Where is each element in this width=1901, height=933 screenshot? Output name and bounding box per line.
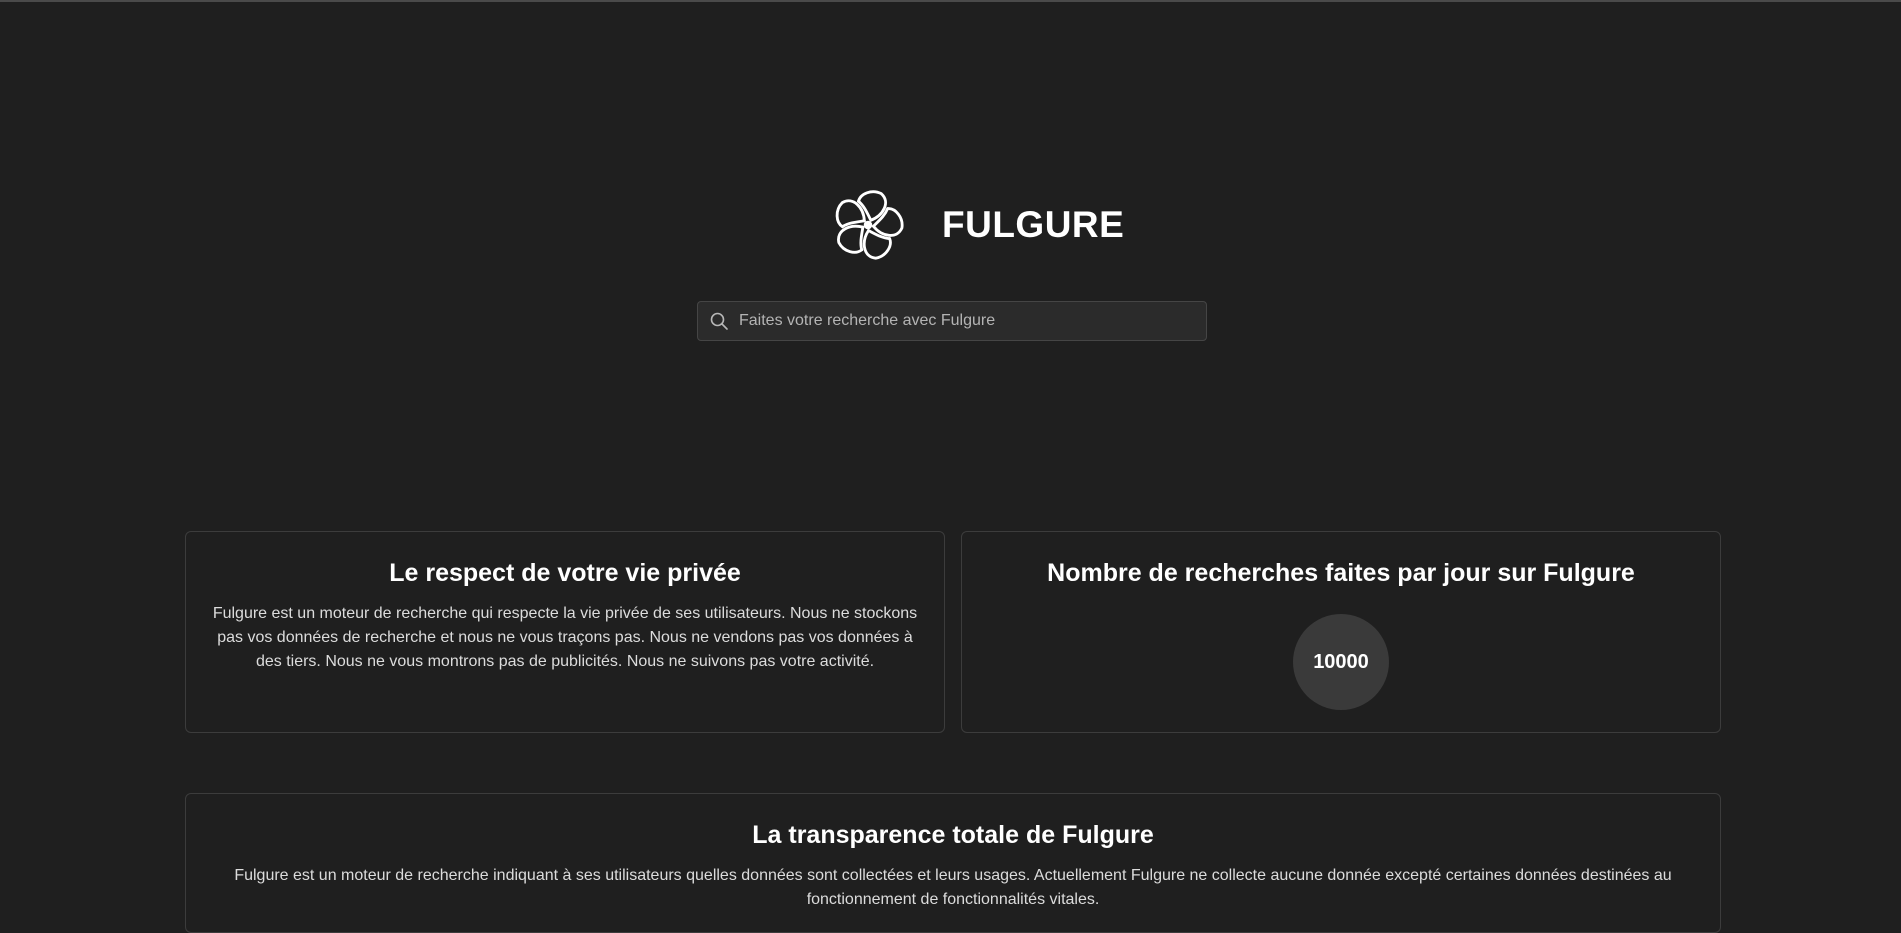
privacy-card-title: Le respect de votre vie privée [389,559,741,587]
transparency-card-text: Fulgure est un moteur de recherche indiq… [234,867,1672,908]
swirl-flower-logo-icon [835,190,904,260]
privacy-card: Le respect de votre vie privée Fulgure e… [185,531,945,733]
search-count-card: Nombre de recherches faites par jour sur… [961,531,1721,733]
transparency-card-title: La transparence totale de Fulgure [752,821,1154,849]
search-bar[interactable] [697,301,1207,341]
search-count-badge: 10000 [1293,614,1389,710]
search-icon [710,312,728,330]
privacy-card-text: Fulgure est un moteur de recherche qui r… [212,605,918,670]
brand-header: FULGURE [830,187,1124,263]
search-count-card-title: Nombre de recherches faites par jour sur… [1047,559,1635,587]
transparency-card: La transparence totale de Fulgure Fulgur… [185,793,1721,933]
top-border [0,0,1901,2]
search-input[interactable] [729,302,1206,340]
brand-name: FULGURE [942,204,1125,245]
